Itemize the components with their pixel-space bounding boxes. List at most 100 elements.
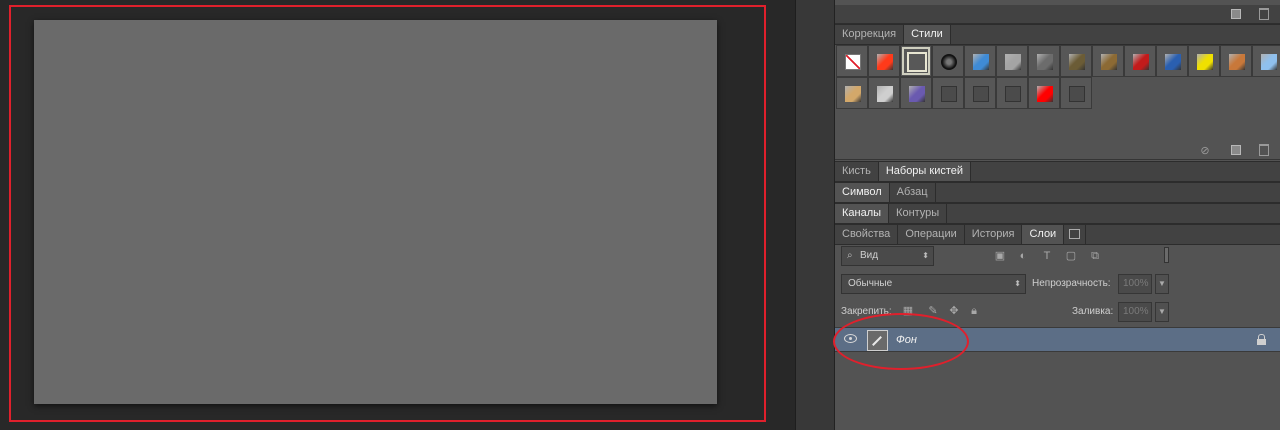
opacity-label: Непрозрачность: [1032,278,1111,289]
clear-style-icon[interactable]: ⊘ [1198,144,1212,158]
layer-filter-label: Вид [860,250,879,261]
dark-button-style-icon [941,54,957,70]
tab-styles[interactable]: Стили [904,25,951,44]
style-swatch[interactable] [932,77,964,109]
layer-thumbnail [867,330,888,351]
styles-tabbar: Коррекция Стили [835,24,1280,45]
style-swatch[interactable] [996,45,1028,77]
filter-smart-object-icon[interactable]: ⧉ [1089,250,1101,262]
style-swatch[interactable] [1092,45,1124,77]
style-swatch[interactable] [836,45,868,77]
style-swatch[interactable] [1028,77,1060,109]
lock-brush-icon[interactable]: ✎ [927,305,939,317]
frame-style-icon [907,52,927,72]
filter-shape-icon[interactable]: ▢ [1065,250,1077,262]
style-swatch[interactable] [1252,45,1280,77]
layers-tabbar: Свойства Операции История Слои [835,224,1280,245]
trash-icon[interactable] [1259,8,1269,20]
red-glow-style-icon [877,54,893,70]
style-swatch[interactable] [868,45,900,77]
tab-character[interactable]: Символ [835,183,890,202]
opacity-field[interactable]: 100% [1118,274,1152,294]
style-swatch[interactable] [900,77,932,109]
panels-dock: Коррекция Стили ⊘ Кисть Наборы кистей Си… [835,0,1280,430]
style-swatch[interactable] [868,77,900,109]
red-stripe-style-icon [1133,54,1149,70]
lock-transparent-icon[interactable]: ▦ [902,305,914,317]
style-swatch[interactable] [1060,45,1092,77]
tab-history[interactable]: История [965,225,1023,244]
filter-toggle-switch[interactable] [1164,247,1169,263]
tab-brush-presets[interactable]: Наборы кистей [878,162,972,181]
lock-move-icon[interactable]: ✥ [948,305,960,317]
light-blue-style-icon [1261,54,1277,70]
style-swatch[interactable] [1124,45,1156,77]
fill-label: Заливка: [1072,306,1114,317]
dark-gray-style-icon-4 [1069,86,1085,102]
mosaic-style-icon [877,86,893,102]
style-swatch[interactable] [836,77,868,109]
character-tabbar: Символ Абзац [835,182,1280,203]
style-swatch[interactable] [932,45,964,77]
delete-style-icon[interactable] [1259,144,1269,156]
bronze-style-icon [1101,54,1117,70]
eye-visibility-icon[interactable] [844,334,857,343]
brush-tabbar: Кисть Наборы кистей [835,161,1280,182]
layer-row[interactable]: Фон [835,327,1280,352]
tab-layers[interactable]: Слои [1022,225,1065,244]
style-swatch[interactable] [964,77,996,109]
updown-arrows-icon: ⬍ [1014,279,1021,288]
panel-menu-icon[interactable] [1064,225,1087,244]
fill-dropdown[interactable]: ▼ [1155,302,1169,322]
layer-name[interactable]: Фон [896,334,917,346]
lock-icon [1257,334,1266,345]
fill-field[interactable]: 100% [1118,302,1152,322]
new-item-icon[interactable] [1231,9,1241,19]
styles-grid [836,45,1280,109]
tab-properties[interactable]: Свойства [835,225,899,244]
blend-mode-select[interactable]: Обычные ⬍ [841,274,1026,294]
style-swatch[interactable] [900,45,932,77]
panel-dock-gutter [795,0,836,430]
style-swatch[interactable] [964,45,996,77]
opacity-dropdown[interactable]: ▼ [1155,274,1169,294]
top-panel-strip [835,5,1280,24]
style-swatch[interactable] [1188,45,1220,77]
new-style-icon[interactable] [1231,145,1241,155]
gray-style-icon [1005,54,1021,70]
filter-pixel-icon[interactable]: ▣ [994,250,1006,262]
style-swatch[interactable] [1156,45,1188,77]
layer-filter-select[interactable]: ⌕ Вид ⬍ [841,246,934,266]
tab-channels[interactable]: Каналы [835,204,890,223]
dark-gray-style-icon-2 [973,86,989,102]
document-workspace [0,0,795,430]
channels-tabbar: Каналы Контуры [835,203,1280,224]
dark-gray-style-icon-3 [1005,86,1021,102]
chrome-style-icon [1037,54,1053,70]
olive-style-icon [1069,54,1085,70]
dark-gray-style-icon-1 [941,86,957,102]
styles-footer-strip: ⊘ [835,140,1280,160]
red-style-icon [1037,86,1053,102]
document-canvas[interactable] [34,20,717,404]
copper-style-icon [1229,54,1245,70]
tab-brush[interactable]: Кисть [835,162,879,181]
lock-all-icon[interactable]: 🔒︎ [968,305,980,317]
style-swatch[interactable] [1060,77,1092,109]
tab-corrections[interactable]: Коррекция [835,25,905,44]
blue-glass-style-icon [973,54,989,70]
style-swatch[interactable] [1220,45,1252,77]
tab-actions[interactable]: Операции [898,225,965,244]
filter-type-icon[interactable]: T [1041,250,1053,262]
style-swatch[interactable] [1028,45,1060,77]
blend-mode-label: Обычные [848,278,893,289]
filter-adjustment-icon[interactable]: ◐ [1017,250,1029,262]
search-icon: ⌕ [847,250,853,261]
none-style-icon [845,54,861,70]
purple-style-icon [909,86,925,102]
multicolor-style-icon [1165,54,1181,70]
updown-arrows-icon: ⬍ [922,251,929,260]
tab-paths[interactable]: Контуры [889,204,948,223]
tab-paragraph[interactable]: Абзац [890,183,936,202]
style-swatch[interactable] [996,77,1028,109]
